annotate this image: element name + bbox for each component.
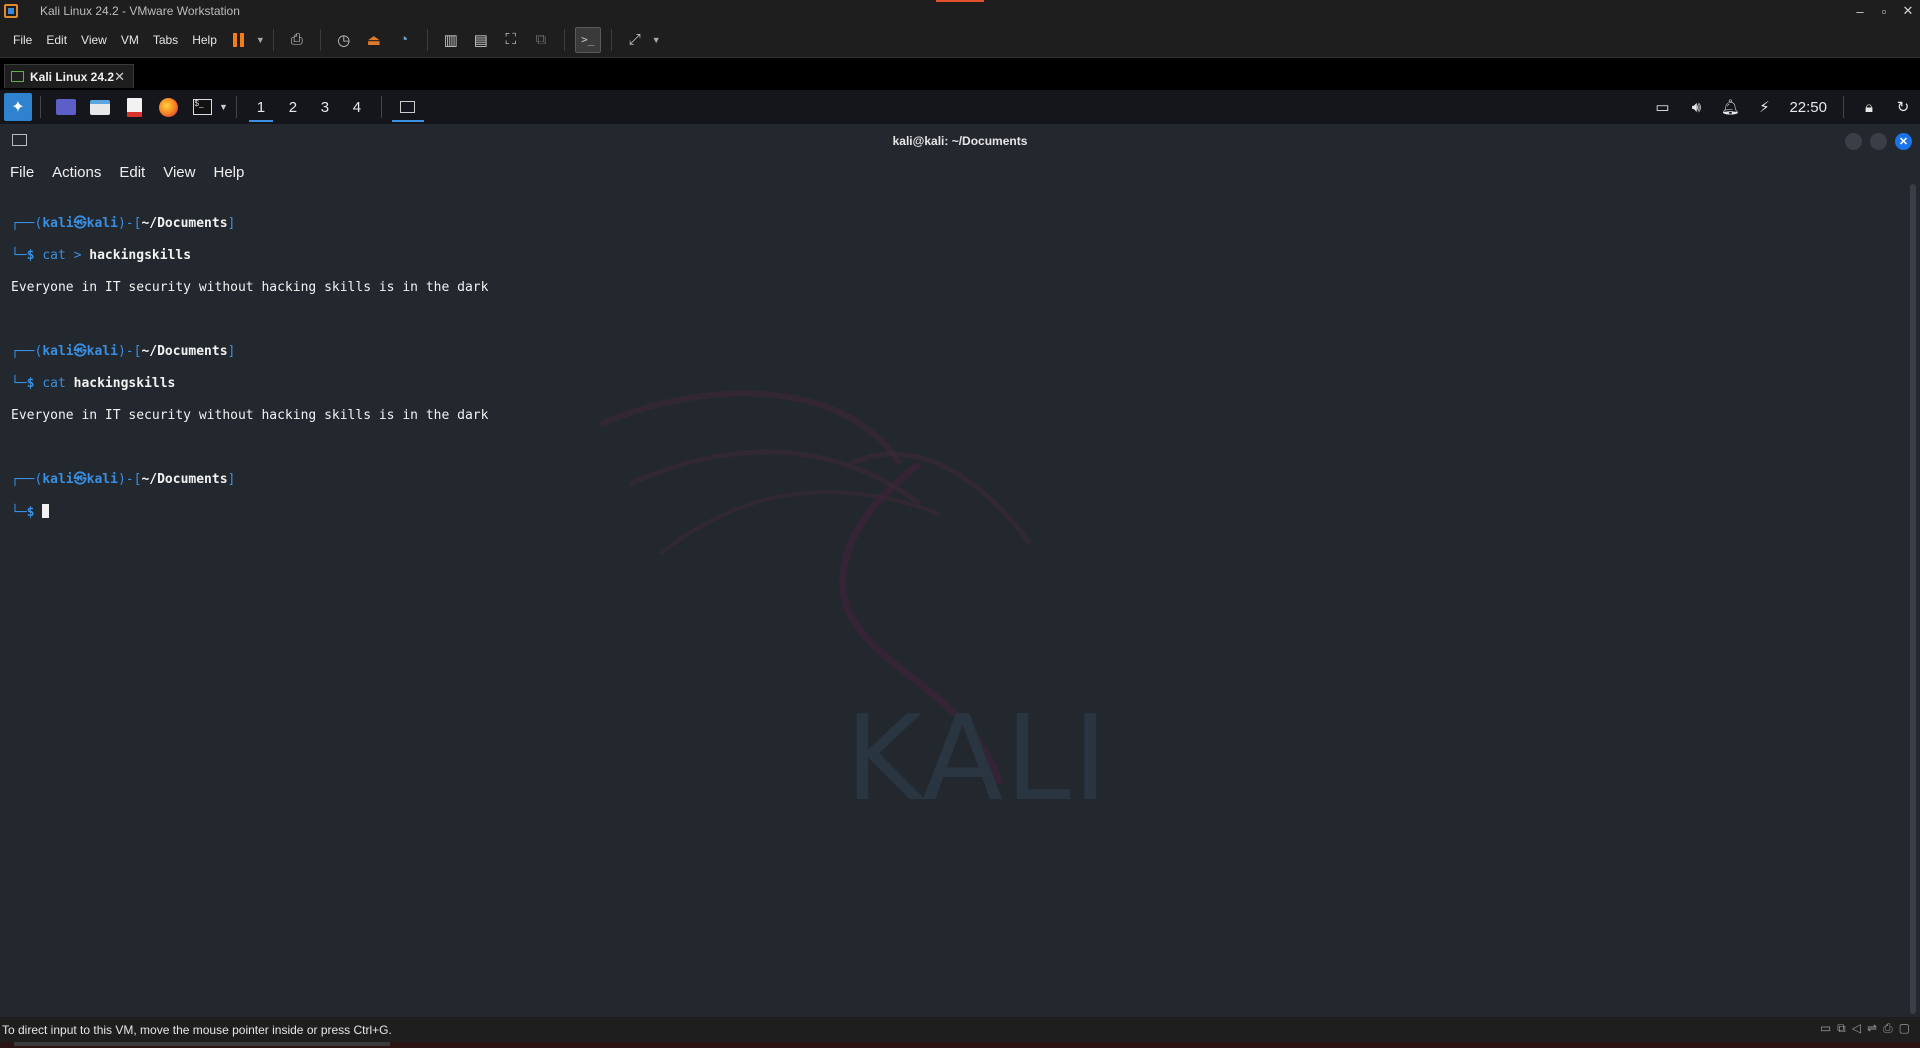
- message-log-icon[interactable]: ▢: [1899, 1021, 1910, 1036]
- maximize-button[interactable]: ▫: [1872, 0, 1896, 22]
- prompt-line: ┌──(kali㉿kali)-[~/Documents]: [11, 344, 236, 359]
- printer-icon[interactable]: ⎙: [1883, 1021, 1893, 1036]
- power-manager-icon[interactable]: ⚡︎: [1747, 98, 1781, 116]
- terminal-scrollbar[interactable]: [1910, 184, 1916, 1014]
- library-icon: ▥: [443, 31, 458, 49]
- notifications-icon[interactable]: 🔔︎: [1713, 98, 1747, 116]
- thumbnail-bar-button[interactable]: ▤: [468, 27, 494, 53]
- tab-kali-linux[interactable]: Kali Linux 24.2 ✕: [4, 64, 134, 88]
- kali-menu-icon[interactable]: ✦: [4, 93, 32, 121]
- unity-button[interactable]: ⧉: [528, 27, 554, 53]
- terminal-minimize-button[interactable]: [1845, 133, 1862, 150]
- show-library-button[interactable]: ▥: [438, 27, 464, 53]
- snapshot-icon: ◷: [337, 31, 351, 49]
- snapshot-manager-button[interactable]: ◔: [391, 27, 417, 53]
- output-line: Everyone in IT security without hacking …: [11, 408, 489, 423]
- taskbar-terminal-window[interactable]: [390, 90, 426, 124]
- fullscreen-icon: ⛶: [505, 31, 517, 48]
- console-view-button[interactable]: >_: [574, 26, 601, 53]
- thumbnail-icon: ▤: [473, 31, 488, 49]
- terminal-window[interactable]: KALI kali@kali: ~/Documents ✕ File Actio…: [0, 124, 1920, 1017]
- vmware-logo-icon: [4, 4, 18, 18]
- terminal-titlebar: kali@kali: ~/Documents ✕: [0, 124, 1920, 158]
- menu-file[interactable]: File: [6, 33, 39, 47]
- sound-device-icon[interactable]: ◁: [1852, 1021, 1861, 1036]
- pause-button[interactable]: [226, 27, 252, 53]
- firefox-icon[interactable]: [156, 95, 180, 119]
- desktop-icon[interactable]: [54, 95, 78, 119]
- snapshot-button[interactable]: ◷: [331, 27, 357, 53]
- lock-screen-icon[interactable]: 🔒︎: [1852, 99, 1886, 116]
- logout-icon[interactable]: ↻: [1886, 98, 1920, 116]
- menu-view[interactable]: View: [74, 33, 114, 47]
- terminal-menu-actions[interactable]: Actions: [52, 164, 101, 181]
- vm-running-icon: [11, 71, 24, 82]
- menu-vm[interactable]: VM: [114, 33, 146, 47]
- kali-top-panel: ✦ $_ ▼ 1 2 3 4 ▭ 🔊︎ 🔔︎ ⚡︎ 22:50 🔒︎ ↻: [0, 90, 1920, 124]
- menu-edit[interactable]: Edit: [39, 33, 74, 47]
- terminal-output[interactable]: ┌──(kali㉿kali)-[~/Documents] └─$ cat > h…: [11, 200, 488, 553]
- tab-close-icon[interactable]: ✕: [114, 69, 125, 85]
- vmware-toolbar: File Edit View VM Tabs Help ▼ ⎙ ◷ ⏏ ◔ ▥ …: [0, 22, 1920, 58]
- send-keys-icon: ⎙: [290, 31, 303, 48]
- pause-dropdown-icon[interactable]: ▼: [256, 35, 265, 45]
- terminal-menu-file[interactable]: File: [10, 164, 34, 181]
- prompt-line: ┌──(kali㉿kali)-[~/Documents]: [11, 472, 236, 487]
- command-line: └─$ cat > hackingskills: [11, 248, 192, 263]
- text-editor-icon[interactable]: [122, 95, 146, 119]
- terminal-dropdown-icon[interactable]: ▼: [219, 102, 228, 112]
- workspace-1[interactable]: 1: [245, 90, 277, 124]
- menu-tabs[interactable]: Tabs: [146, 33, 185, 47]
- send-ctrl-alt-del-button[interactable]: ⎙: [284, 27, 310, 53]
- titlebar-accent: [936, 0, 984, 2]
- kali-watermark: KALI: [845, 689, 1110, 827]
- terminal-menubar: File Actions Edit View Help: [0, 158, 1920, 186]
- vmware-titlebar: Kali Linux 24.2 - VMware Workstation – ▫…: [0, 0, 1920, 22]
- prompt-line: ┌──(kali㉿kali)-[~/Documents]: [11, 216, 236, 231]
- menu-help[interactable]: Help: [185, 33, 224, 47]
- tab-label: Kali Linux 24.2: [30, 69, 115, 84]
- stretch-dropdown-icon[interactable]: ▼: [652, 35, 661, 45]
- display-icon[interactable]: ▭: [1645, 98, 1679, 116]
- terminal-menu-help[interactable]: Help: [213, 164, 244, 181]
- network-icon[interactable]: ⧉: [1837, 1021, 1846, 1036]
- output-line: Everyone in IT security without hacking …: [11, 280, 489, 295]
- workspace-4[interactable]: 4: [341, 90, 373, 124]
- revert-snapshot-button[interactable]: ⏏: [361, 27, 387, 53]
- stretch-icon: ⤢: [628, 31, 641, 48]
- window-title: Kali Linux 24.2 - VMware Workstation: [40, 4, 240, 18]
- workspace-3[interactable]: 3: [309, 90, 341, 124]
- terminal-menu-edit[interactable]: Edit: [119, 164, 145, 181]
- volume-icon[interactable]: 🔊︎: [1679, 99, 1713, 116]
- file-manager-icon[interactable]: [88, 95, 112, 119]
- console-icon: >_: [581, 33, 595, 46]
- close-button[interactable]: ✕: [1896, 0, 1920, 22]
- stretch-guest-button[interactable]: ⤢: [622, 27, 648, 53]
- pause-icon: [233, 32, 245, 47]
- terminal-window-icon: [12, 134, 27, 146]
- terminal-menu-view[interactable]: View: [163, 164, 195, 181]
- command-line: └─$ cat hackingskills: [11, 376, 176, 391]
- unity-icon: ⧉: [535, 31, 547, 48]
- terminal-title: kali@kali: ~/Documents: [892, 134, 1028, 148]
- terminal-close-button[interactable]: ✕: [1895, 133, 1912, 150]
- status-message: To direct input to this VM, move the mou…: [2, 1023, 392, 1037]
- vmware-tab-bar: Kali Linux 24.2 ✕: [0, 58, 1920, 90]
- snapshot-manager-icon: ◔: [399, 31, 409, 48]
- terminal-maximize-button[interactable]: [1870, 133, 1887, 150]
- terminal-icon[interactable]: $_: [190, 95, 214, 119]
- panel-clock[interactable]: 22:50: [1781, 99, 1835, 116]
- minimize-button[interactable]: –: [1848, 0, 1872, 22]
- window-icon: [400, 101, 416, 113]
- revert-snapshot-icon: ⏏: [366, 31, 381, 49]
- hard-disk-icon[interactable]: ▭: [1820, 1021, 1831, 1036]
- command-line: └─$: [11, 504, 488, 521]
- terminal-cursor: [42, 504, 50, 518]
- usb-icon[interactable]: ⇌: [1867, 1021, 1877, 1036]
- vmware-status-bar: To direct input to this VM, move the mou…: [0, 1017, 1920, 1048]
- workspace-2[interactable]: 2: [277, 90, 309, 124]
- full-screen-button[interactable]: ⛶: [498, 27, 524, 53]
